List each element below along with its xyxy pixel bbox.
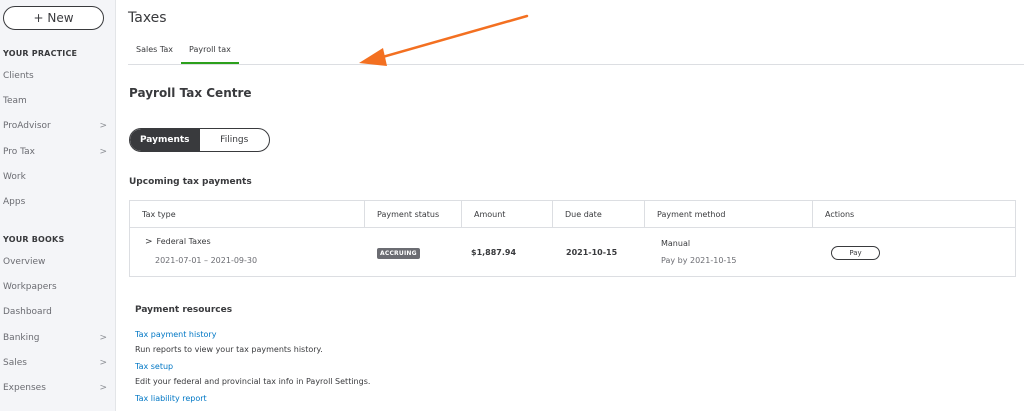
sidebar-item-label: Workpapers (3, 282, 57, 292)
toggle-filings[interactable]: Filings (200, 129, 270, 151)
column-header-actions: Actions (825, 210, 855, 219)
toggle-payments[interactable]: Payments (130, 129, 200, 151)
tax-tabs: Sales Tax Payroll tax (128, 42, 239, 65)
sidebar-item-work[interactable]: Work (0, 167, 116, 187)
new-button[interactable]: + New (3, 6, 104, 30)
chevron-right-icon: > (99, 121, 107, 131)
table-header: Tax type Payment status Amount Due date … (130, 201, 1015, 228)
tax-period: 2021-07-01 – 2021-09-30 (155, 256, 258, 265)
sidebar-item-label: Sales (3, 358, 27, 368)
column-header-payment-method: Payment method (645, 201, 813, 228)
your-books-heading: YOUR BOOKS (3, 235, 65, 244)
sidebar-item-label: Clients (3, 71, 34, 81)
tax-payment-history-desc: Run reports to view your tax payments hi… (135, 345, 323, 354)
page-title: Taxes (128, 10, 167, 26)
chevron-right-icon: > (99, 383, 107, 393)
sidebar-item-label: Team (3, 96, 27, 106)
sidebar-item-team[interactable]: Team (0, 91, 116, 111)
amount-value: $1,887.94 (471, 248, 517, 257)
tax-payments-table: Tax type Payment status Amount Due date … (129, 200, 1016, 277)
sidebar-item-label: Apps (3, 197, 26, 207)
upcoming-payments-title: Upcoming tax payments (129, 177, 252, 187)
sidebar-item-label: Pro Tax (3, 147, 35, 157)
tax-liability-report-link[interactable]: Tax liability report (135, 394, 207, 403)
tax-setup-link[interactable]: Tax setup (135, 362, 173, 371)
column-header-amount: Amount (462, 201, 553, 228)
pay-by-date: Pay by 2021-10-15 (661, 256, 737, 265)
sidebar-item-label: Overview (3, 257, 46, 267)
pay-button[interactable]: Pay (831, 246, 880, 260)
column-header-due-date: Due date (553, 201, 645, 228)
chevron-right-icon: > (99, 333, 107, 343)
payment-resources-title: Payment resources (135, 305, 233, 315)
tab-payroll-tax[interactable]: Payroll tax (181, 42, 239, 65)
status-badge: ACCRUING (377, 248, 420, 259)
payment-method-value: Manual (661, 239, 691, 248)
column-header-payment-status: Payment status (365, 201, 462, 228)
sidebar-item-label: Expenses (3, 383, 46, 393)
chevron-right-icon: > (99, 358, 107, 368)
sidebar-item-label: ProAdvisor (3, 121, 51, 131)
column-header-tax-type: Tax type (130, 201, 365, 228)
main-content: Taxes Sales Tax Payroll tax Payroll Tax … (117, 0, 1024, 411)
sidebar-item-sales[interactable]: Sales > (0, 353, 116, 373)
tax-payment-history-link[interactable]: Tax payment history (135, 330, 216, 339)
expand-row-toggle[interactable]: > Federal Taxes (145, 237, 211, 247)
sidebar-item-overview[interactable]: Overview (0, 252, 116, 272)
sidebar-item-banking[interactable]: Banking > (0, 328, 116, 348)
tax-setup-desc: Edit your federal and provincial tax inf… (135, 377, 371, 386)
sidebar-item-expenses[interactable]: Expenses > (0, 378, 116, 398)
sidebar-item-apps[interactable]: Apps (0, 192, 116, 212)
sidebar-item-dashboard[interactable]: Dashboard (0, 302, 116, 322)
sidebar-item-proadvisor[interactable]: ProAdvisor > (0, 116, 116, 136)
sidebar-item-label: Work (3, 172, 26, 182)
your-practice-heading: YOUR PRACTICE (3, 49, 78, 58)
orange-arrow-icon (359, 14, 529, 66)
tab-sales-tax[interactable]: Sales Tax (128, 42, 181, 65)
sidebar-item-pro-tax[interactable]: Pro Tax > (0, 142, 116, 162)
left-sidebar: + New YOUR PRACTICE Clients Team ProAdvi… (0, 0, 116, 411)
sidebar-item-label: Banking (3, 333, 40, 343)
sidebar-item-label: Dashboard (3, 307, 52, 317)
chevron-right-icon: > (99, 147, 107, 157)
payroll-tax-centre-title: Payroll Tax Centre (129, 86, 252, 100)
sidebar-item-workpapers[interactable]: Workpapers (0, 277, 116, 297)
due-date-value: 2021-10-15 (566, 248, 618, 257)
payments-filings-toggle: Payments Filings (129, 128, 270, 152)
tabs-divider (128, 64, 1024, 65)
chevron-right-icon: > (145, 237, 153, 247)
sidebar-item-clients[interactable]: Clients (0, 66, 116, 86)
tax-type-value: Federal Taxes (156, 237, 211, 246)
